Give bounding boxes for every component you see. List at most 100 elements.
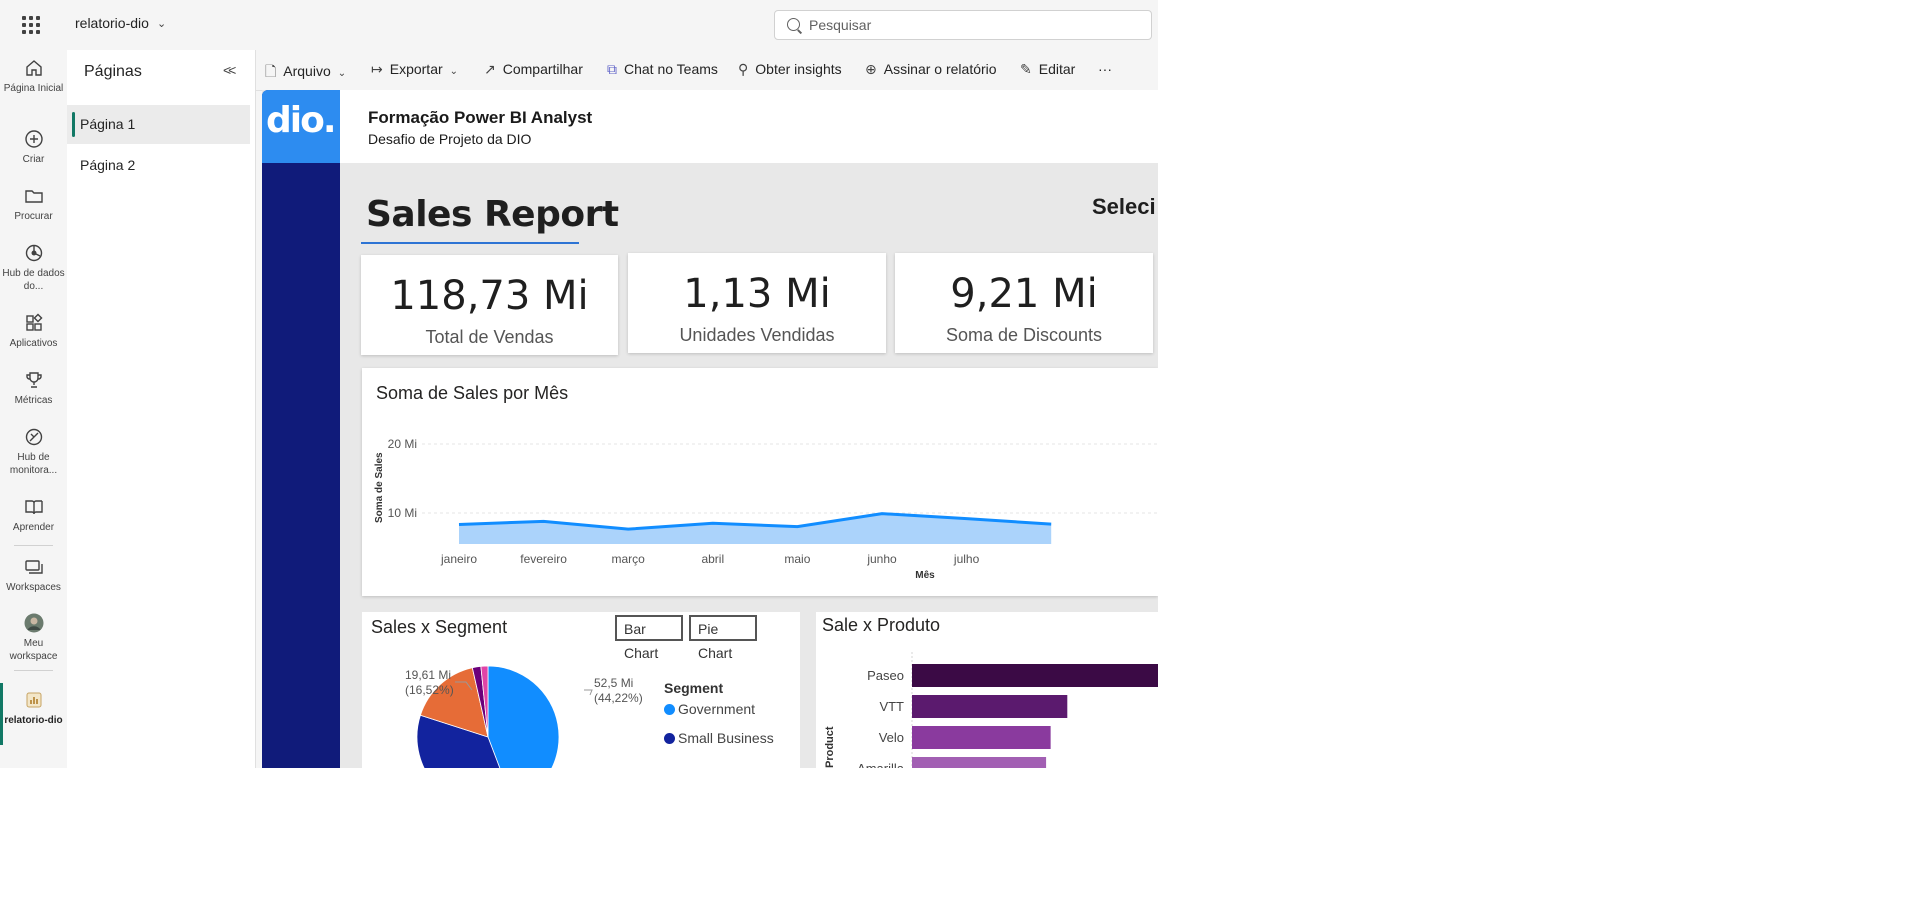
more-options-icon[interactable]: ··· [1098,61,1112,77]
export-menu-button[interactable]: ↦ Exportar ⌄ [371,61,458,78]
kpi-card-total-vendas[interactable]: 118,73 Mi Total de Vendas [361,255,618,355]
kpi-value: 118,73 Mi [390,273,589,319]
workspace-name: relatorio-dio [75,15,149,31]
header-subtitle: Desafio de Projeto da DIO [368,131,532,147]
sales-by-month-card[interactable]: Soma de Sales por Mês 20 Mi 10 Mi Soma de … [362,368,1158,596]
category-label: Paseo [867,668,904,683]
nav-create[interactable]: Criar [0,129,67,166]
report-title: Sales Report [366,194,619,235]
page-item-2[interactable]: Página 2 [67,146,250,185]
search-placeholder: Pesquisar [809,17,872,33]
chevron-down-icon: ⌄ [449,66,459,77]
nav-separator [14,670,53,671]
header-title: Formação Power BI Analyst [368,108,593,127]
report-toolbar: 🗋 Arquivo ⌄ ↦ Exportar ⌄ ↗ Compartilhar ⧉ Chat… [256,50,1158,91]
report-icon [26,692,41,708]
legend-item-small-business[interactable]: Small Business [664,730,774,746]
chevron-down-icon: ⌄ [156,18,167,30]
line-chart: 20 Mi 10 MiSoma de Sales janeiro fevereiro m… [374,437,1158,581]
chevron-down-icon: ⌄ [337,68,347,79]
report-side-strip [262,90,340,768]
edit-button[interactable]: ✎ Editar [1020,61,1075,78]
x-tick-label: março [612,552,646,566]
get-insights-button[interactable]: ⚲ Obter insights [738,61,842,78]
report-header: Formação Power BI Analyst Desafio de Pro… [340,90,1158,163]
kpi-card-unidades[interactable]: 1,13 Mi Unidades Vendidas [628,253,886,353]
legend-title: Segment [664,680,724,696]
plus-circle-icon [24,130,43,148]
kpi-label: Unidades Vendidas [679,325,835,345]
nav-browse[interactable]: Procurar [0,186,67,223]
kpi-label: Total de Vendas [425,327,554,347]
share-button[interactable]: ↗ Compartilhar [484,61,583,78]
bar [912,757,1047,768]
x-tick-label: maio [784,552,810,566]
y-tick-label: 10 Mi [388,506,417,520]
subscribe-button[interactable]: ⊕ Assinar o relatório [865,61,997,78]
app-launcher-icon[interactable] [20,14,42,36]
x-tick-label: janeiro [440,552,477,566]
x-axis-label: Mês [915,570,935,581]
category-label: Amarilla [857,761,905,768]
workspaces-icon [24,560,43,574]
y-axis-label: Product [824,726,836,768]
product-bar-chart: Product Paseo VTT Velo Amarilla [824,652,1158,768]
page-item-1[interactable]: Página 1 [67,105,250,144]
kpi-card-discounts[interactable]: 9,21 Mi Soma de Discounts [895,253,1153,353]
workspace-switcher[interactable]: relatorio-dio ⌄ [75,15,166,31]
sales-segment-card[interactable]: Sales x Segment Bar Chart Pie Chart 52,5… [362,612,800,768]
avatar-icon [24,613,43,633]
book-icon [24,500,43,515]
nav-learn[interactable]: Aprender [0,497,67,534]
category-label: VTT [879,699,904,714]
file-menu-button[interactable]: 🗋 Arquivo ⌄ [265,61,346,85]
nav-monitoring-hub[interactable]: Hub de monitora... [0,427,67,477]
kpi-label: Soma de Discounts [945,325,1103,345]
share-icon: ↗ [484,61,496,77]
nav-data-hub[interactable]: Hub de dados do... [0,243,67,293]
slicer-label: Seleci [1092,194,1156,219]
x-tick-label: julho [953,552,980,566]
export-icon: ↦ [371,61,383,77]
nav-apps[interactable]: Aplicativos [0,313,67,350]
pie-label-third: 19,61 Mi (16,52%) [405,668,454,697]
kpi-value: 1,13 Mi [683,271,831,317]
chat-teams-button[interactable]: ⧉ Chat no Teams [607,61,718,78]
pages-title: Páginas [84,63,142,80]
y-axis-label: Soma de Sales [374,452,385,523]
bar [912,726,1051,749]
bar [912,695,1068,718]
nav-home[interactable]: Página Inicial [0,58,67,95]
x-tick-label: junho [866,552,897,566]
search-box[interactable]: Pesquisar [774,10,1152,40]
bar [912,664,1158,687]
monitor-hub-icon [25,428,42,446]
legend-item-government[interactable]: Government [664,701,755,717]
category-label: Velo [879,730,904,745]
report-canvas: dio. Formação Power BI Analyst Desafio d… [262,90,1158,768]
pie-slice [487,665,560,768]
title-underline [361,242,579,244]
nav-workspaces[interactable]: Workspaces [0,557,67,594]
pie-chart-button[interactable]: Pie Chart [689,615,757,661]
dio-logo: dio. [262,90,340,163]
y-tick-label: 20 Mi [388,437,417,451]
apps-icon [25,313,43,331]
pages-pane: Páginas << Página 1 Página 2 [67,50,256,768]
trophy-icon [25,372,42,388]
lightbulb-icon: ⚲ [738,61,749,77]
folder-icon [24,190,43,203]
kpi-value: 9,21 Mi [950,271,1098,317]
nav-current-report[interactable]: relatorio-dio [0,690,67,727]
search-icon [787,18,800,31]
collapse-pane-icon[interactable]: << [223,62,236,78]
left-navigation: Página Inicial Criar Procurar Hub de dad… [0,50,67,768]
subscribe-icon: ⊕ [865,61,877,77]
top-bar: relatorio-dio ⌄ Pesquisar [0,0,1158,50]
x-tick-label: fevereiro [520,552,567,566]
sales-product-card[interactable]: Sale x Produto ProductPaseoVTTVeloAmaril… [816,612,1158,768]
nav-my-workspace[interactable]: Meu workspace [0,613,67,663]
data-hub-icon [25,244,42,262]
nav-metrics[interactable]: Métricas [0,370,67,407]
document-icon: 🗋 [265,63,277,79]
